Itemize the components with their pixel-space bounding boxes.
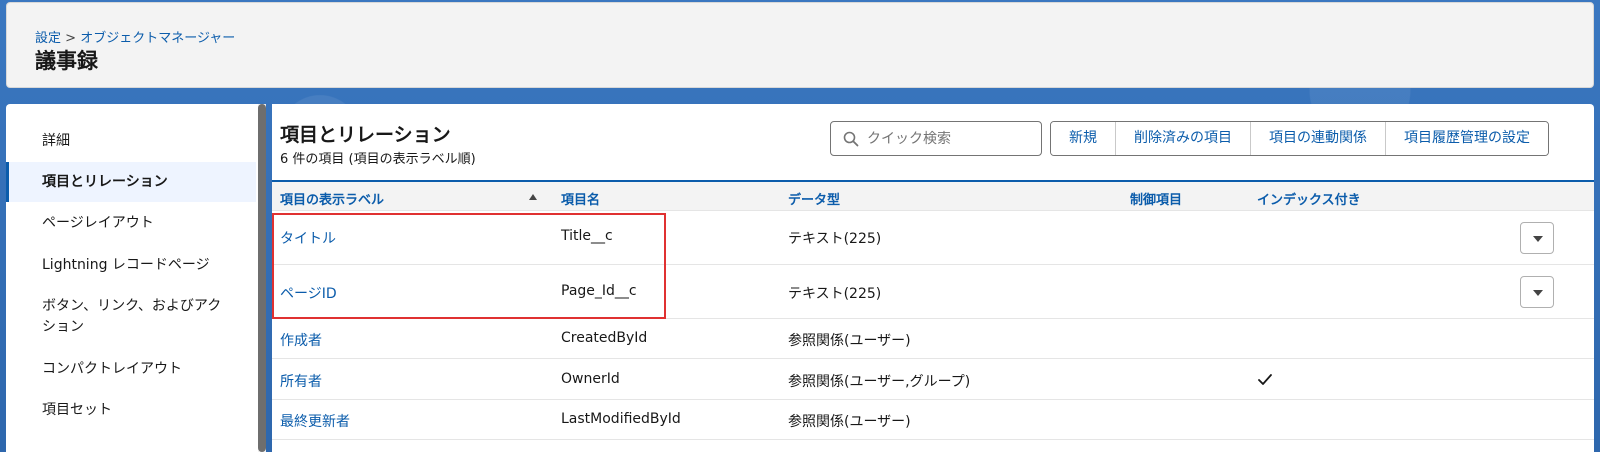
table-row: タイトル Title__c テキスト(225) <box>272 211 1594 265</box>
column-header-label[interactable]: 項目の表示ラベル <box>280 189 384 208</box>
sidebar-item-field-sets[interactable]: 項目セット <box>6 400 256 421</box>
sidebar-item-buttons-links-actions[interactable]: ボタン、リンク、およびアク <box>6 296 256 317</box>
row-actions-dropdown-button[interactable] <box>1520 222 1554 254</box>
breadcrumb: 設定 > オブジェクトマネージャー <box>35 27 235 46</box>
deleted-fields-button[interactable]: 削除済みの項目 <box>1116 122 1251 155</box>
breadcrumb-object-manager-link[interactable]: オブジェクトマネージャー <box>80 31 235 46</box>
sidebar-item-buttons-links-actions-cont[interactable]: ション <box>6 317 256 338</box>
page-title: 議事録 <box>35 49 98 73</box>
column-header-api-name[interactable]: 項目名 <box>561 189 600 208</box>
column-header-controlling-field[interactable]: 制御項目 <box>1130 189 1182 208</box>
field-label-link[interactable]: 作成者 <box>280 330 322 350</box>
table-header: 項目の表示ラベル 項目名 データ型 制御項目 インデックス付き <box>272 180 1594 211</box>
sidebar-scroll-thumb[interactable] <box>258 104 266 452</box>
page-header: 設定 > オブジェクトマネージャー 議事録 <box>6 2 1594 88</box>
sidebar: 詳細 項目とリレーション ページレイアウト Lightning レコードページ … <box>6 104 264 452</box>
field-dependencies-button[interactable]: 項目の連動関係 <box>1251 122 1386 155</box>
action-button-group: 新規 削除済みの項目 項目の連動関係 項目履歴管理の設定 <box>1050 121 1549 156</box>
field-history-settings-button[interactable]: 項目履歴管理の設定 <box>1386 122 1548 155</box>
field-api-name: OwnerId <box>561 371 620 387</box>
section-title: 項目とリレーション <box>280 124 451 146</box>
sidebar-item-lightning-record-pages[interactable]: Lightning レコードページ <box>6 255 256 276</box>
field-data-type: テキスト(225) <box>788 231 882 247</box>
section-subtitle: 6 件の項目 (項目の表示ラベル順) <box>280 152 476 167</box>
table-row: ページID Page_Id__c テキスト(225) <box>272 265 1594 319</box>
chevron-down-icon <box>1533 236 1543 242</box>
sidebar-item-fields-relationships[interactable]: 項目とリレーション <box>6 162 256 202</box>
field-api-name: LastModifiedById <box>561 411 681 427</box>
field-label-link[interactable]: 最終更新者 <box>280 411 350 431</box>
field-label-link[interactable]: 所有者 <box>280 371 322 391</box>
table-row: 作成者 CreatedById 参照関係(ユーザー) <box>272 319 1594 359</box>
breadcrumb-separator: > <box>65 31 77 46</box>
field-data-type: 参照関係(ユーザー) <box>788 333 911 349</box>
row-actions-dropdown-button[interactable] <box>1520 276 1554 308</box>
field-data-type: 参照関係(ユーザー,グループ) <box>788 374 971 390</box>
quick-search-input[interactable] <box>867 129 1037 149</box>
main-panel: 項目とリレーション 6 件の項目 (項目の表示ラベル順) 新規 削除済みの項目 … <box>272 104 1594 452</box>
field-label-link[interactable]: ページID <box>280 283 337 303</box>
new-button[interactable]: 新規 <box>1051 122 1116 155</box>
sidebar-item-compact-layouts[interactable]: コンパクトレイアウト <box>6 359 256 380</box>
column-header-data-type[interactable]: データ型 <box>788 189 840 208</box>
table-row: 最終更新者 LastModifiedById 参照関係(ユーザー) <box>272 400 1594 440</box>
sidebar-scrollbar[interactable] <box>258 104 266 452</box>
column-header-indexed[interactable]: インデックス付き <box>1257 189 1361 208</box>
sidebar-item-page-layouts[interactable]: ページレイアウト <box>6 213 256 234</box>
field-data-type: テキスト(225) <box>788 286 882 302</box>
sidebar-item-details[interactable]: 詳細 <box>6 131 256 152</box>
breadcrumb-setup-link[interactable]: 設定 <box>35 31 61 46</box>
table-row: 所有者 OwnerId 参照関係(ユーザー,グループ) <box>272 359 1594 400</box>
field-api-name: Title__c <box>561 228 613 244</box>
chevron-down-icon <box>1533 290 1543 296</box>
quick-search-box[interactable] <box>830 121 1042 156</box>
field-data-type: 参照関係(ユーザー) <box>788 414 911 430</box>
field-label-link[interactable]: タイトル <box>280 228 336 248</box>
search-icon <box>843 131 859 147</box>
checkmark-icon <box>1258 374 1272 385</box>
field-api-name: Page_Id__c <box>561 283 637 299</box>
field-api-name: CreatedById <box>561 330 648 346</box>
sort-ascending-icon[interactable] <box>529 194 537 200</box>
